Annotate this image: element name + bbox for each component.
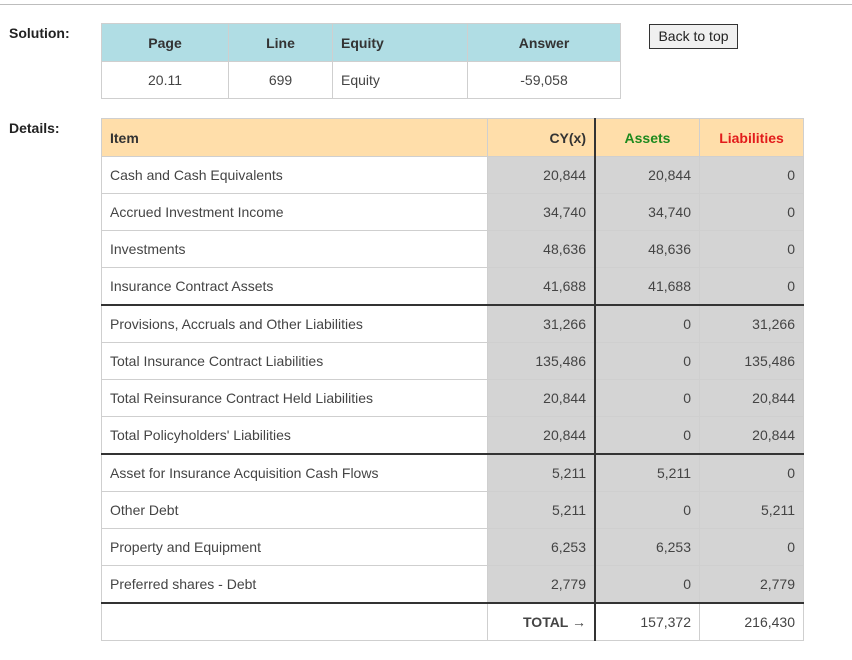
total-empty-cell	[101, 602, 488, 641]
row-item-label: Investments	[101, 230, 488, 268]
row-assets-value: 20,844	[594, 156, 700, 194]
row-assets-value: 41,688	[594, 267, 700, 306]
row-assets-value: 0	[594, 342, 700, 380]
row-item-label: Preferred shares - Debt	[101, 565, 488, 604]
row-liabilities-value: 135,486	[699, 342, 804, 380]
row-item-label: Accrued Investment Income	[101, 193, 488, 231]
table-row: Cash and Cash Equivalents 20,844 20,844 0	[101, 156, 804, 194]
total-assets-value: 157,372	[594, 602, 700, 641]
header-item: Item	[101, 118, 488, 157]
row-cy-value: 20,844	[487, 416, 596, 455]
table-row: Total Insurance Contract Liabilities 135,…	[101, 342, 804, 380]
back-to-top-button[interactable]: Back to top	[649, 24, 738, 49]
header-page: Page	[101, 23, 229, 62]
row-liabilities-value: 0	[699, 230, 804, 268]
row-liabilities-value: 20,844	[699, 379, 804, 417]
table-row: Total Policyholders' Liabilities 20,844 0 2…	[101, 416, 804, 455]
row-assets-value: 6,253	[594, 528, 700, 566]
row-liabilities-value: 2,779	[699, 565, 804, 604]
row-liabilities-value: 31,266	[699, 304, 804, 343]
row-cy-value: 2,779	[487, 565, 596, 604]
details-label: Details:	[9, 120, 60, 136]
solution-line-value: 699	[228, 61, 333, 99]
row-cy-value: 6,253	[487, 528, 596, 566]
header-equity: Equity	[332, 23, 468, 62]
details-table: Item CY(x) Assets Liabilities Cash and C…	[101, 118, 804, 641]
table-row: Provisions, Accruals and Other Liabiliti…	[101, 304, 804, 343]
row-assets-value: 5,211	[594, 453, 700, 492]
row-cy-value: 5,211	[487, 453, 596, 492]
row-assets-value: 0	[594, 379, 700, 417]
details-header-row: Item CY(x) Assets Liabilities	[101, 118, 804, 157]
solution-header-row: Page Line Equity Answer	[101, 23, 621, 62]
row-assets-value: 48,636	[594, 230, 700, 268]
row-assets-value: 0	[594, 565, 700, 604]
row-cy-value: 20,844	[487, 156, 596, 194]
row-assets-value: 0	[594, 491, 700, 529]
table-row: Investments 48,636 48,636 0	[101, 230, 804, 268]
row-cy-value: 135,486	[487, 342, 596, 380]
table-row: Total Reinsurance Contract Held Liabilit…	[101, 379, 804, 417]
row-item-label: Total Reinsurance Contract Held Liabilit…	[101, 379, 488, 417]
row-item-label: Other Debt	[101, 491, 488, 529]
total-label: TOTAL →	[487, 602, 596, 641]
row-liabilities-value: 0	[699, 453, 804, 492]
solution-row: 20.11 699 Equity -59,058	[101, 61, 621, 99]
row-assets-value: 0	[594, 416, 700, 455]
header-line: Line	[228, 23, 333, 62]
header-answer: Answer	[467, 23, 621, 62]
row-cy-value: 20,844	[487, 379, 596, 417]
row-item-label: Asset for Insurance Acquisition Cash Flo…	[101, 453, 488, 492]
details-body: Cash and Cash Equivalents 20,844 20,844 0 Ac…	[101, 156, 804, 641]
header-cy: CY(x)	[487, 118, 596, 157]
solution-equity-value: Equity	[332, 61, 468, 99]
row-liabilities-value: 5,211	[699, 491, 804, 529]
solution-page-value: 20.11	[101, 61, 229, 99]
table-row: Property and Equipment 6,253 6,253 0	[101, 528, 804, 566]
table-row: Preferred shares - Debt 2,779 0 2,779	[101, 565, 804, 604]
row-cy-value: 5,211	[487, 491, 596, 529]
header-liabilities: Liabilities	[699, 118, 804, 157]
table-row: Accrued Investment Income 34,740 34,740 0	[101, 193, 804, 231]
table-row: Other Debt 5,211 0 5,211	[101, 491, 804, 529]
row-item-label: Provisions, Accruals and Other Liabiliti…	[101, 304, 488, 343]
row-assets-value: 34,740	[594, 193, 700, 231]
row-assets-value: 0	[594, 304, 700, 343]
header-assets: Assets	[594, 118, 700, 157]
row-item-label: Total Policyholders' Liabilities	[101, 416, 488, 455]
total-liabilities-value: 216,430	[699, 602, 804, 641]
row-liabilities-value: 0	[699, 193, 804, 231]
solution-answer-value: -59,058	[467, 61, 621, 99]
row-cy-value: 41,688	[487, 267, 596, 306]
row-liabilities-value: 0	[699, 156, 804, 194]
solution-label: Solution:	[9, 25, 70, 41]
row-liabilities-value: 0	[699, 528, 804, 566]
total-row: TOTAL → 157,372 216,430	[101, 602, 804, 641]
row-cy-value: 34,740	[487, 193, 596, 231]
row-item-label: Property and Equipment	[101, 528, 488, 566]
row-liabilities-value: 0	[699, 267, 804, 306]
row-cy-value: 31,266	[487, 304, 596, 343]
row-item-label: Total Insurance Contract Liabilities	[101, 342, 488, 380]
row-liabilities-value: 20,844	[699, 416, 804, 455]
row-item-label: Cash and Cash Equivalents	[101, 156, 488, 194]
top-divider	[0, 4, 852, 5]
row-cy-value: 48,636	[487, 230, 596, 268]
row-item-label: Insurance Contract Assets	[101, 267, 488, 306]
table-row: Asset for Insurance Acquisition Cash Flo…	[101, 453, 804, 492]
solution-table: Page Line Equity Answer 20.11 699 Equity…	[101, 23, 621, 99]
table-row: Insurance Contract Assets 41,688 41,688 0	[101, 267, 804, 306]
